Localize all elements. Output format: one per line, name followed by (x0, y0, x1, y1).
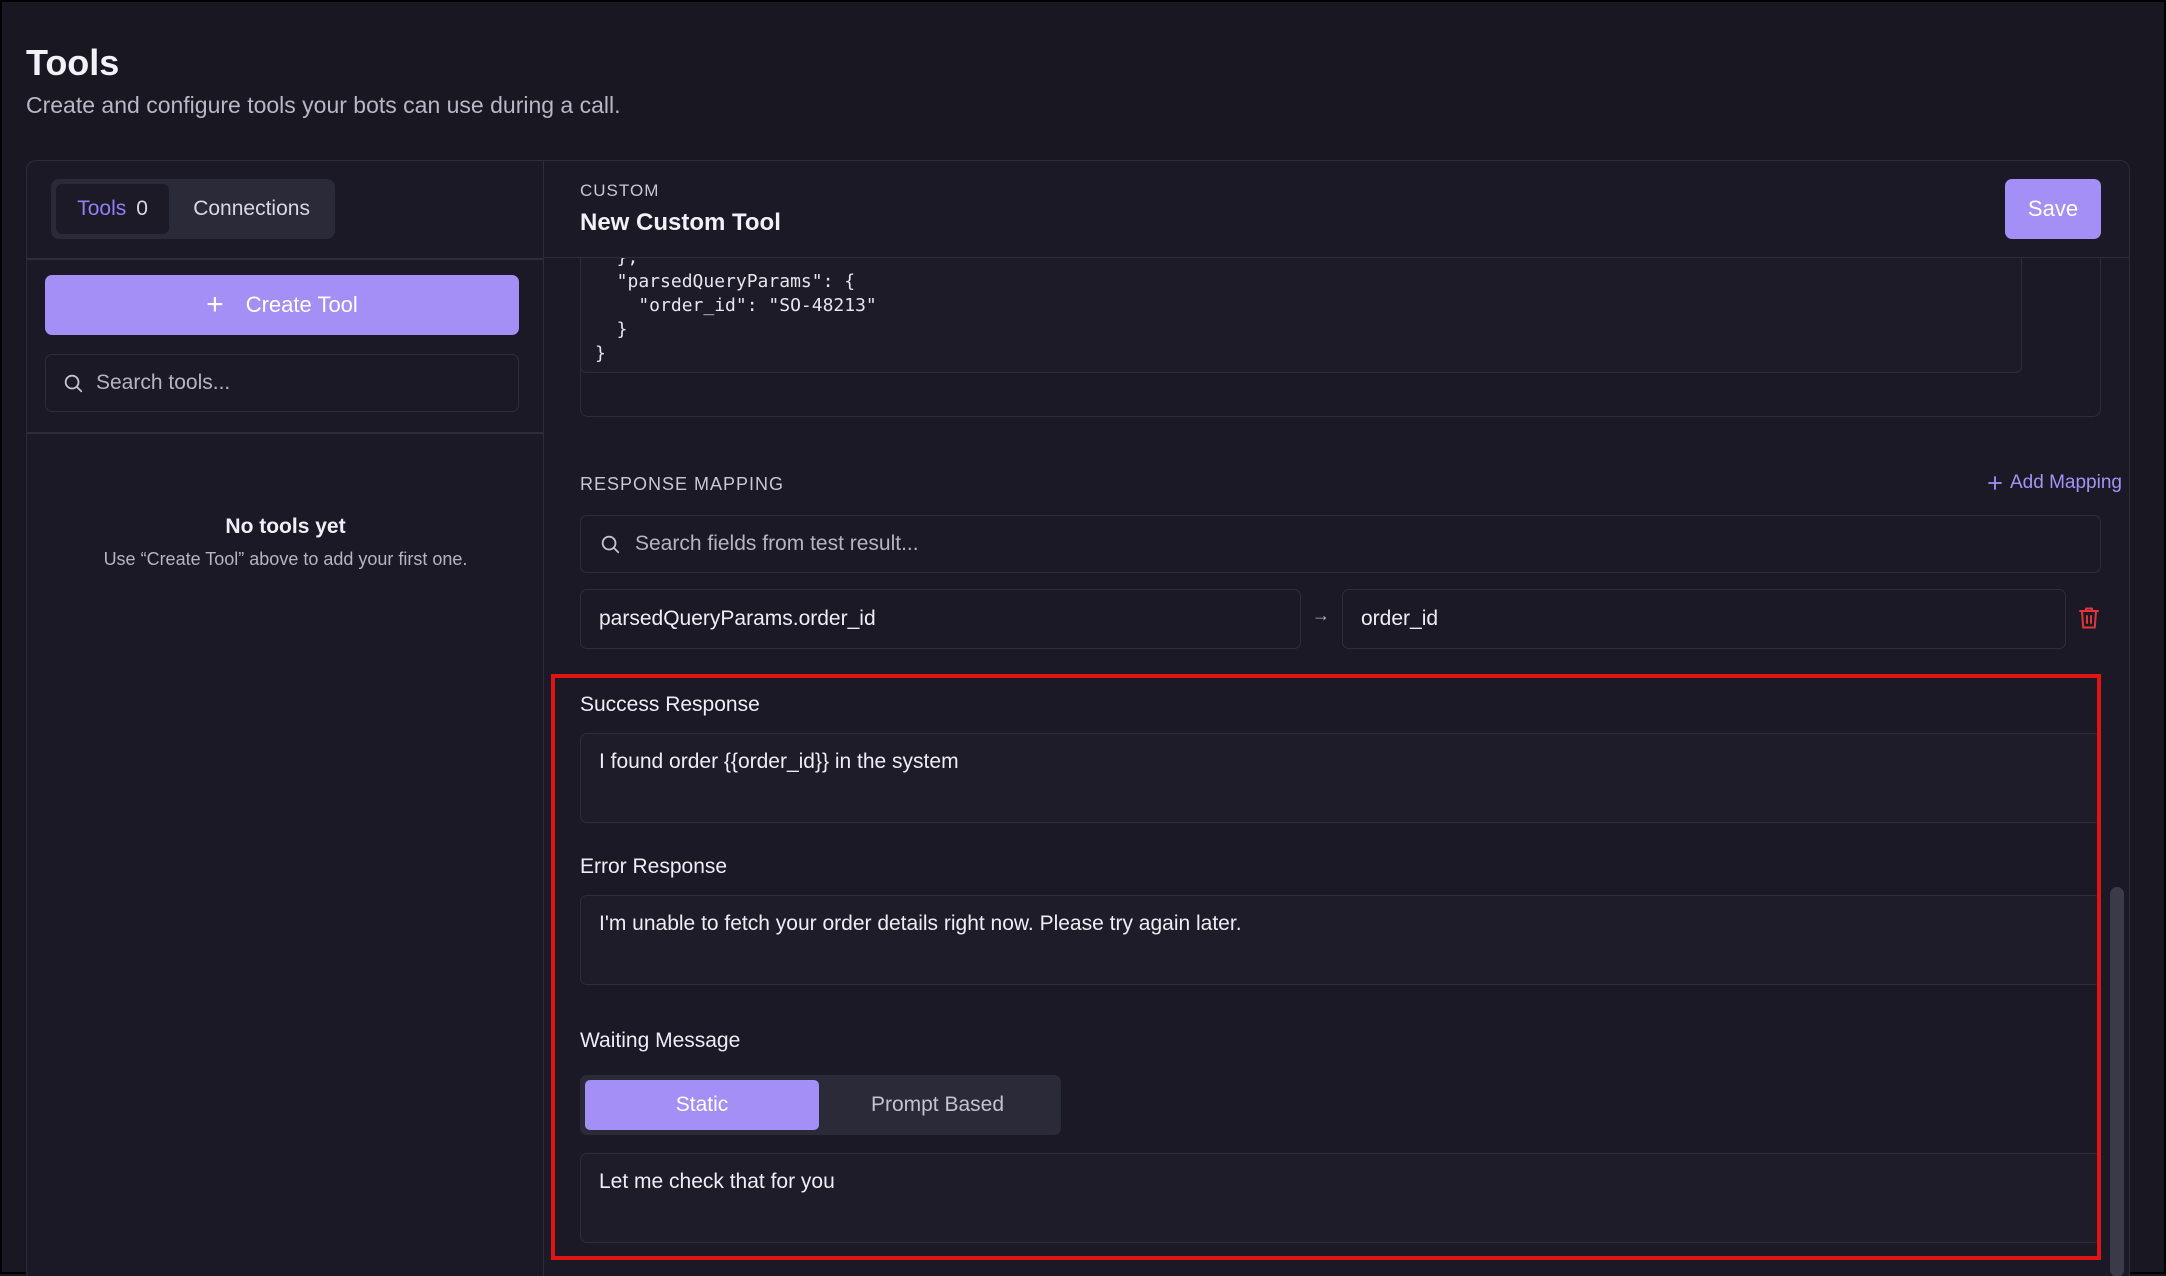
add-mapping-button[interactable]: Add Mapping (1988, 472, 2122, 494)
empty-state-title: No tools yet (225, 515, 346, 538)
plus-icon (1988, 476, 2002, 490)
error-response-textarea[interactable]: I'm unable to fetch your order details r… (580, 895, 2101, 985)
code-line: } (595, 319, 628, 340)
waiting-message-mode-toggle: Static Prompt Based (580, 1075, 1061, 1135)
page-subtitle: Create and configure tools your bots can… (26, 92, 621, 118)
sidebar-tabs: Tools 0 Connections (51, 179, 335, 239)
waiting-message-label: Waiting Message (580, 1029, 741, 1052)
success-response-textarea[interactable]: I found order {{order_id}} in the system (580, 733, 2101, 823)
tools-panel: Tools 0 Connections + Create Tool Search… (26, 160, 2130, 1276)
tools-sidebar: Tools 0 Connections + Create Tool Search… (27, 161, 544, 1276)
tool-name: New Custom Tool (580, 209, 781, 236)
success-response-label: Success Response (580, 693, 760, 716)
search-fields-input[interactable]: Search fields from test result... (580, 515, 2101, 573)
waiting-mode-prompt-based[interactable]: Prompt Based (819, 1080, 1056, 1130)
tab-tools-label: Tools (77, 197, 127, 220)
search-icon (64, 374, 83, 393)
divider (27, 258, 543, 260)
editor-scrollbar[interactable] (2110, 887, 2124, 1276)
code-line: "order_id": "SO-48213" (595, 295, 877, 316)
code-line: "parsedQueryParams": { (595, 271, 856, 292)
tool-editor: "traceparent": "00-8e8c72491b4773e86ab86… (544, 161, 2129, 1276)
waiting-message-textarea[interactable]: Let me check that for you (580, 1153, 2101, 1243)
response-mapping-label: RESPONSE MAPPING (580, 474, 785, 494)
empty-state-subtitle: Use “Create Tool” above to add your firs… (103, 549, 468, 569)
create-tool-label: Create Tool (245, 292, 358, 317)
tab-connections[interactable]: Connections (173, 184, 330, 234)
error-response-label: Error Response (580, 855, 728, 878)
search-fields-placeholder: Search fields from test result... (635, 532, 919, 555)
mapping-source-input[interactable]: parsedQueryParams.order_id (580, 589, 1301, 649)
tab-tools[interactable]: Tools 0 (56, 184, 170, 234)
divider (27, 432, 543, 434)
tab-tools-count: 0 (136, 197, 148, 220)
save-button[interactable]: Save (2005, 179, 2101, 239)
search-tools-placeholder: Search tools... (96, 371, 231, 394)
arrow-right-icon: → (1312, 605, 1330, 625)
create-tool-button[interactable]: + Create Tool (45, 275, 519, 335)
tool-type-label: CUSTOM (580, 181, 660, 200)
page-title: Tools (26, 42, 120, 83)
app-window: Tools Create and configure tools your bo… (0, 0, 2166, 1276)
search-tools-input[interactable]: Search tools... (45, 354, 519, 412)
waiting-mode-static[interactable]: Static (585, 1080, 819, 1130)
search-icon (601, 535, 620, 554)
mapping-target-input[interactable]: order_id (1342, 589, 2066, 649)
code-line: } (595, 343, 606, 364)
editor-header: CUSTOM New Custom Tool Save (544, 161, 2129, 258)
trash-icon[interactable] (2078, 606, 2100, 635)
plus-icon: + (206, 288, 224, 321)
add-mapping-label: Add Mapping (2010, 472, 2122, 493)
